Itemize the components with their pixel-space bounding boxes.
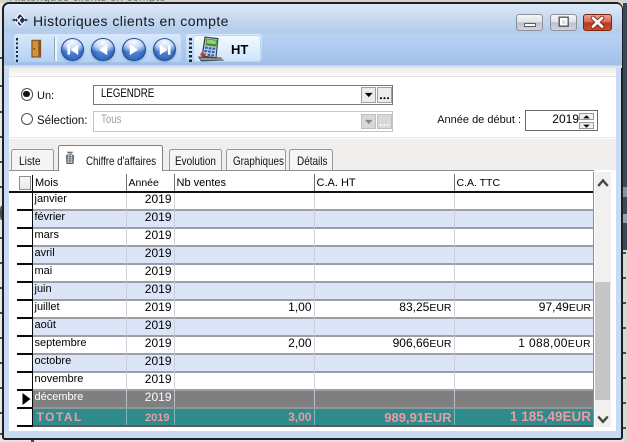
svg-text:X: X [15, 15, 22, 27]
